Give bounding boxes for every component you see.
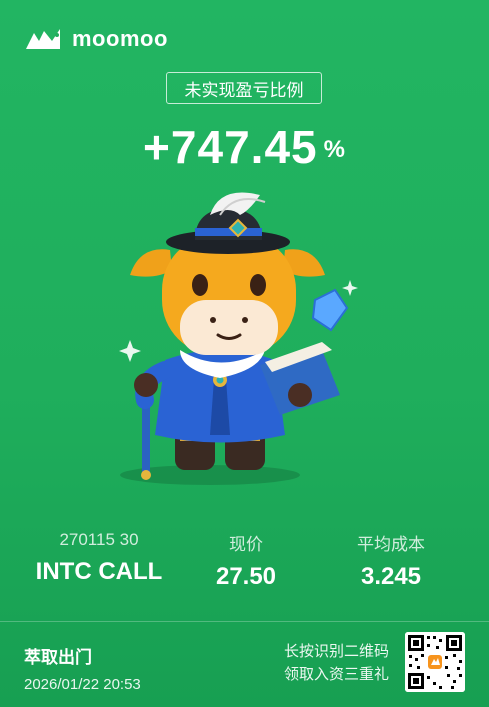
metric-title: 未实现盈亏比例 [166,72,322,104]
stat-contract: 270115 30 INTC CALL [14,530,184,586]
average-cost-value: 3.245 [360,563,422,590]
mascot-illustration [100,190,390,490]
footer-divider [0,621,489,622]
current-price-label: 现价 [229,535,263,554]
cta-line-1: 长按识别二维码 [283,643,389,660]
brand-logo: moomoo [24,26,168,52]
stat-current-price: 现价 27.50 [176,530,316,591]
footer-tagline: 萃取出门 [24,648,92,667]
footer-cta: 长按识别二维码 领取入资三重礼 [284,640,389,686]
moomoo-logo-icon [26,29,60,49]
pnl-ratio: +747.45% [0,120,489,174]
stat-average-cost: 平均成本 3.245 [316,530,466,591]
pnl-value: +747.45 [143,121,318,173]
pnl-unit: % [323,136,346,163]
contract-label: 270115 30 [59,530,139,549]
footer-info: 萃取出门 2026/01/22 20:53 [24,643,141,693]
current-price-value: 27.50 [215,563,277,590]
cta-line-2: 领取入资三重礼 [283,666,389,683]
contract-value: INTC CALL [35,558,163,585]
qr-code-icon [405,632,465,692]
share-card: moomoo 未实现盈亏比例 +747.45% 270115 30 INTC C… [0,0,489,707]
qr-code[interactable] [405,632,465,692]
brand-name: moomoo [72,26,168,51]
footer-timestamp: 2026/01/22 20:53 [24,676,141,693]
average-cost-label: 平均成本 [357,535,425,554]
